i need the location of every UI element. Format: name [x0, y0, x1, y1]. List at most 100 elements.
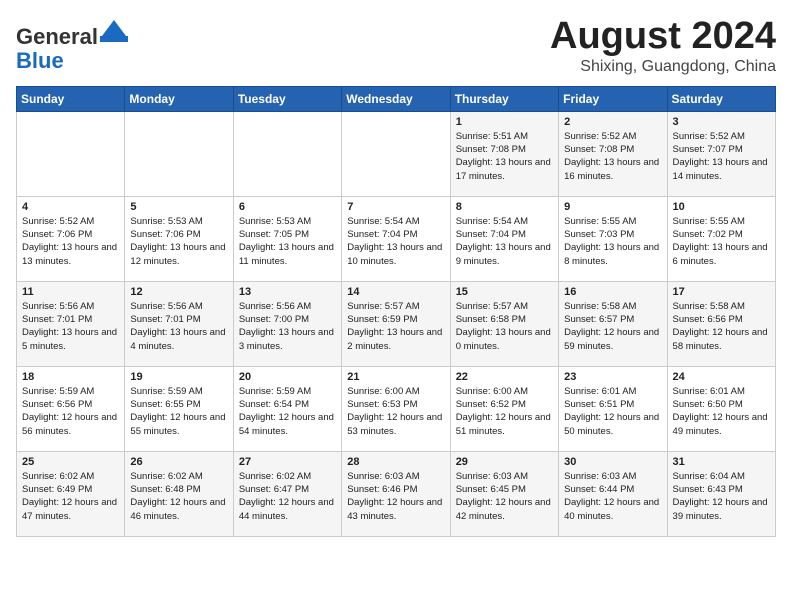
calendar-cell: 26 Sunrise: 6:02 AM Sunset: 6:48 PM Dayli… — [125, 451, 233, 536]
calendar-cell — [233, 111, 341, 196]
calendar-cell: 1 Sunrise: 5:51 AM Sunset: 7:08 PM Daylig… — [450, 111, 558, 196]
calendar-cell: 5Sunrise: 5:53 AM Sunset: 7:06 PM Daylig… — [125, 196, 233, 281]
day-info: Sunrise: 6:04 AM Sunset: 6:43 PM Dayligh… — [673, 470, 770, 523]
calendar-cell: 2 Sunrise: 5:52 AM Sunset: 7:08 PM Daylig… — [559, 111, 667, 196]
day-info: Sunrise: 5:55 AM Sunset: 7:03 PM Dayligh… — [564, 215, 661, 268]
day-number: 23 — [564, 371, 661, 383]
logo-blue: Blue — [16, 48, 64, 73]
calendar-cell: 29 Sunrise: 6:03 AM Sunset: 6:45 PM Dayli… — [450, 451, 558, 536]
day-number: 4 — [22, 201, 119, 213]
day-info: Sunrise: 5:56 AM Sunset: 7:00 PM Dayligh… — [239, 300, 336, 353]
day-number: 11 — [22, 286, 119, 298]
day-number: 31 — [673, 456, 770, 468]
day-info: Sunrise: 5:56 AM Sunset: 7:01 PM Dayligh… — [130, 300, 227, 353]
calendar-cell: 12Sunrise: 5:56 AM Sunset: 7:01 PM Dayli… — [125, 281, 233, 366]
day-number: 9 — [564, 201, 661, 213]
day-number: 2 — [564, 116, 661, 128]
calendar-cell — [17, 111, 125, 196]
calendar-cell: 3Sunrise: 5:52 AM Sunset: 7:07 PM Daylig… — [667, 111, 775, 196]
day-number: 27 — [239, 456, 336, 468]
day-info: Sunrise: 6:02 AM Sunset: 6:49 PM Dayligh… — [22, 470, 119, 523]
day-header-wednesday: Wednesday — [342, 86, 450, 111]
day-info: Sunrise: 6:01 AM Sunset: 6:50 PM Dayligh… — [673, 385, 770, 438]
day-number: 8 — [456, 201, 553, 213]
day-number: 26 — [130, 456, 227, 468]
day-info: Sunrise: 5:56 AM Sunset: 7:01 PM Dayligh… — [22, 300, 119, 353]
day-info: Sunrise: 6:00 AM Sunset: 6:52 PM Dayligh… — [456, 385, 553, 438]
day-info: Sunrise: 5:55 AM Sunset: 7:02 PM Dayligh… — [673, 215, 770, 268]
calendar-table: SundayMondayTuesdayWednesdayThursdayFrid… — [16, 86, 776, 537]
day-number: 24 — [673, 371, 770, 383]
day-number: 7 — [347, 201, 444, 213]
day-number: 29 — [456, 456, 553, 468]
calendar-cell: 23 Sunrise: 6:01 AM Sunset: 6:51 PM Dayli… — [559, 366, 667, 451]
month-year: August 2024 — [550, 16, 776, 58]
calendar-cell: 24 Sunrise: 6:01 AM Sunset: 6:50 PM Dayli… — [667, 366, 775, 451]
title-block: August 2024 Shixing, Guangdong, China — [550, 16, 776, 76]
calendar-cell: 20Sunrise: 5:59 AM Sunset: 6:54 PM Dayli… — [233, 366, 341, 451]
calendar-cell: 10 Sunrise: 5:55 AM Sunset: 7:02 PM Dayli… — [667, 196, 775, 281]
day-info: Sunrise: 6:02 AM Sunset: 6:47 PM Dayligh… — [239, 470, 336, 523]
calendar-cell: 8 Sunrise: 5:54 AM Sunset: 7:04 PM Daylig… — [450, 196, 558, 281]
calendar-cell: 16 Sunrise: 5:58 AM Sunset: 6:57 PM Dayli… — [559, 281, 667, 366]
day-info: Sunrise: 5:58 AM Sunset: 6:56 PM Dayligh… — [673, 300, 770, 353]
day-number: 14 — [347, 286, 444, 298]
calendar-cell: 18 Sunrise: 5:59 AM Sunset: 6:56 PM Dayli… — [17, 366, 125, 451]
day-header-saturday: Saturday — [667, 86, 775, 111]
day-info: Sunrise: 6:01 AM Sunset: 6:51 PM Dayligh… — [564, 385, 661, 438]
calendar-cell: 15 Sunrise: 5:57 AM Sunset: 6:58 PM Dayli… — [450, 281, 558, 366]
location: Shixing, Guangdong, China — [550, 58, 776, 76]
calendar-cell: 6Sunrise: 5:53 AM Sunset: 7:05 PM Daylig… — [233, 196, 341, 281]
day-info: Sunrise: 6:02 AM Sunset: 6:48 PM Dayligh… — [130, 470, 227, 523]
logo: General Blue — [16, 16, 128, 73]
day-number: 17 — [673, 286, 770, 298]
day-number: 16 — [564, 286, 661, 298]
day-number: 30 — [564, 456, 661, 468]
day-number: 22 — [456, 371, 553, 383]
day-number: 10 — [673, 201, 770, 213]
day-info: Sunrise: 5:53 AM Sunset: 7:05 PM Dayligh… — [239, 215, 336, 268]
day-number: 1 — [456, 116, 553, 128]
day-info: Sunrise: 5:57 AM Sunset: 6:58 PM Dayligh… — [456, 300, 553, 353]
day-info: Sunrise: 5:57 AM Sunset: 6:59 PM Dayligh… — [347, 300, 444, 353]
calendar-cell: 25 Sunrise: 6:02 AM Sunset: 6:49 PM Dayli… — [17, 451, 125, 536]
day-info: Sunrise: 6:03 AM Sunset: 6:45 PM Dayligh… — [456, 470, 553, 523]
calendar-cell: 31 Sunrise: 6:04 AM Sunset: 6:43 PM Dayli… — [667, 451, 775, 536]
calendar-cell: 7 Sunrise: 5:54 AM Sunset: 7:04 PM Daylig… — [342, 196, 450, 281]
calendar-cell — [125, 111, 233, 196]
calendar-cell: 9 Sunrise: 5:55 AM Sunset: 7:03 PM Daylig… — [559, 196, 667, 281]
day-header-thursday: Thursday — [450, 86, 558, 111]
day-info: Sunrise: 5:52 AM Sunset: 7:06 PM Dayligh… — [22, 215, 119, 268]
page-header: General Blue August 2024 Shixing, Guangd… — [16, 16, 776, 76]
day-info: Sunrise: 6:03 AM Sunset: 6:46 PM Dayligh… — [347, 470, 444, 523]
day-number: 25 — [22, 456, 119, 468]
day-header-monday: Monday — [125, 86, 233, 111]
calendar-cell: 19Sunrise: 5:59 AM Sunset: 6:55 PM Dayli… — [125, 366, 233, 451]
day-info: Sunrise: 5:51 AM Sunset: 7:08 PM Dayligh… — [456, 130, 553, 183]
day-number: 28 — [347, 456, 444, 468]
calendar-cell: 11 Sunrise: 5:56 AM Sunset: 7:01 PM Dayli… — [17, 281, 125, 366]
day-number: 15 — [456, 286, 553, 298]
day-info: Sunrise: 5:58 AM Sunset: 6:57 PM Dayligh… — [564, 300, 661, 353]
day-info: Sunrise: 5:59 AM Sunset: 6:54 PM Dayligh… — [239, 385, 336, 438]
day-number: 13 — [239, 286, 336, 298]
day-info: Sunrise: 6:03 AM Sunset: 6:44 PM Dayligh… — [564, 470, 661, 523]
day-number: 5 — [130, 201, 227, 213]
day-info: Sunrise: 5:54 AM Sunset: 7:04 PM Dayligh… — [347, 215, 444, 268]
calendar-cell: 17 Sunrise: 5:58 AM Sunset: 6:56 PM Dayli… — [667, 281, 775, 366]
calendar-cell: 14 Sunrise: 5:57 AM Sunset: 6:59 PM Dayli… — [342, 281, 450, 366]
day-header-tuesday: Tuesday — [233, 86, 341, 111]
calendar-cell — [342, 111, 450, 196]
calendar-cell: 30 Sunrise: 6:03 AM Sunset: 6:44 PM Dayli… — [559, 451, 667, 536]
day-info: Sunrise: 6:00 AM Sunset: 6:53 PM Dayligh… — [347, 385, 444, 438]
day-info: Sunrise: 5:59 AM Sunset: 6:56 PM Dayligh… — [22, 385, 119, 438]
day-number: 18 — [22, 371, 119, 383]
logo-general: General — [16, 24, 98, 49]
calendar-cell: 13 Sunrise: 5:56 AM Sunset: 7:00 PM Dayli… — [233, 281, 341, 366]
day-info: Sunrise: 5:54 AM Sunset: 7:04 PM Dayligh… — [456, 215, 553, 268]
calendar-cell: 21 Sunrise: 6:00 AM Sunset: 6:53 PM Dayli… — [342, 366, 450, 451]
day-number: 19 — [130, 371, 227, 383]
calendar-cell: 22 Sunrise: 6:00 AM Sunset: 6:52 PM Dayli… — [450, 366, 558, 451]
day-info: Sunrise: 5:52 AM Sunset: 7:08 PM Dayligh… — [564, 130, 661, 183]
day-number: 21 — [347, 371, 444, 383]
